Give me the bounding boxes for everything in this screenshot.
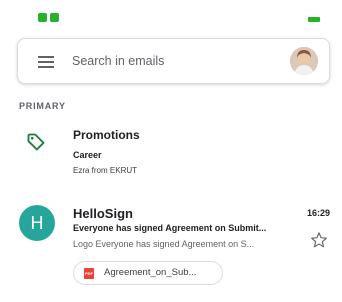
notification-icon <box>38 13 47 22</box>
attachment-chip[interactable]: PDF Agreement_on_Sub... <box>73 261 223 285</box>
pdf-icon: PDF <box>84 268 94 279</box>
promotions-from: Ezra from EKRUT <box>73 166 138 175</box>
menu-icon[interactable] <box>38 56 54 68</box>
promotions-row[interactable]: Promotions Career Ezra from EKRUT <box>0 120 342 180</box>
sender-avatar: H <box>19 205 55 241</box>
search-bar[interactable] <box>17 38 330 84</box>
email-time: 16:29 <box>306 208 330 218</box>
sender-name: HelloSign <box>73 206 133 221</box>
status-icons <box>38 13 59 22</box>
notification-icon <box>50 13 59 22</box>
tag-icon <box>27 133 45 151</box>
search-input[interactable] <box>72 51 272 71</box>
promotions-subject: Career <box>73 150 102 160</box>
promotions-title: Promotions <box>73 128 140 142</box>
attachment-name: Agreement_on_Sub... <box>104 267 197 278</box>
email-subject: Everyone has signed Agreement on Submit.… <box>73 223 267 233</box>
user-avatar[interactable] <box>290 47 318 75</box>
avatar-image <box>290 47 318 75</box>
email-snippet: Logo Everyone has signed Agreement on S.… <box>73 239 255 249</box>
email-row[interactable]: H HelloSign 16:29 Everyone has signed Ag… <box>0 198 342 294</box>
status-bar <box>0 0 342 30</box>
section-label-primary: PRIMARY <box>19 101 66 111</box>
battery-icon <box>308 17 320 22</box>
star-icon[interactable] <box>310 231 328 249</box>
